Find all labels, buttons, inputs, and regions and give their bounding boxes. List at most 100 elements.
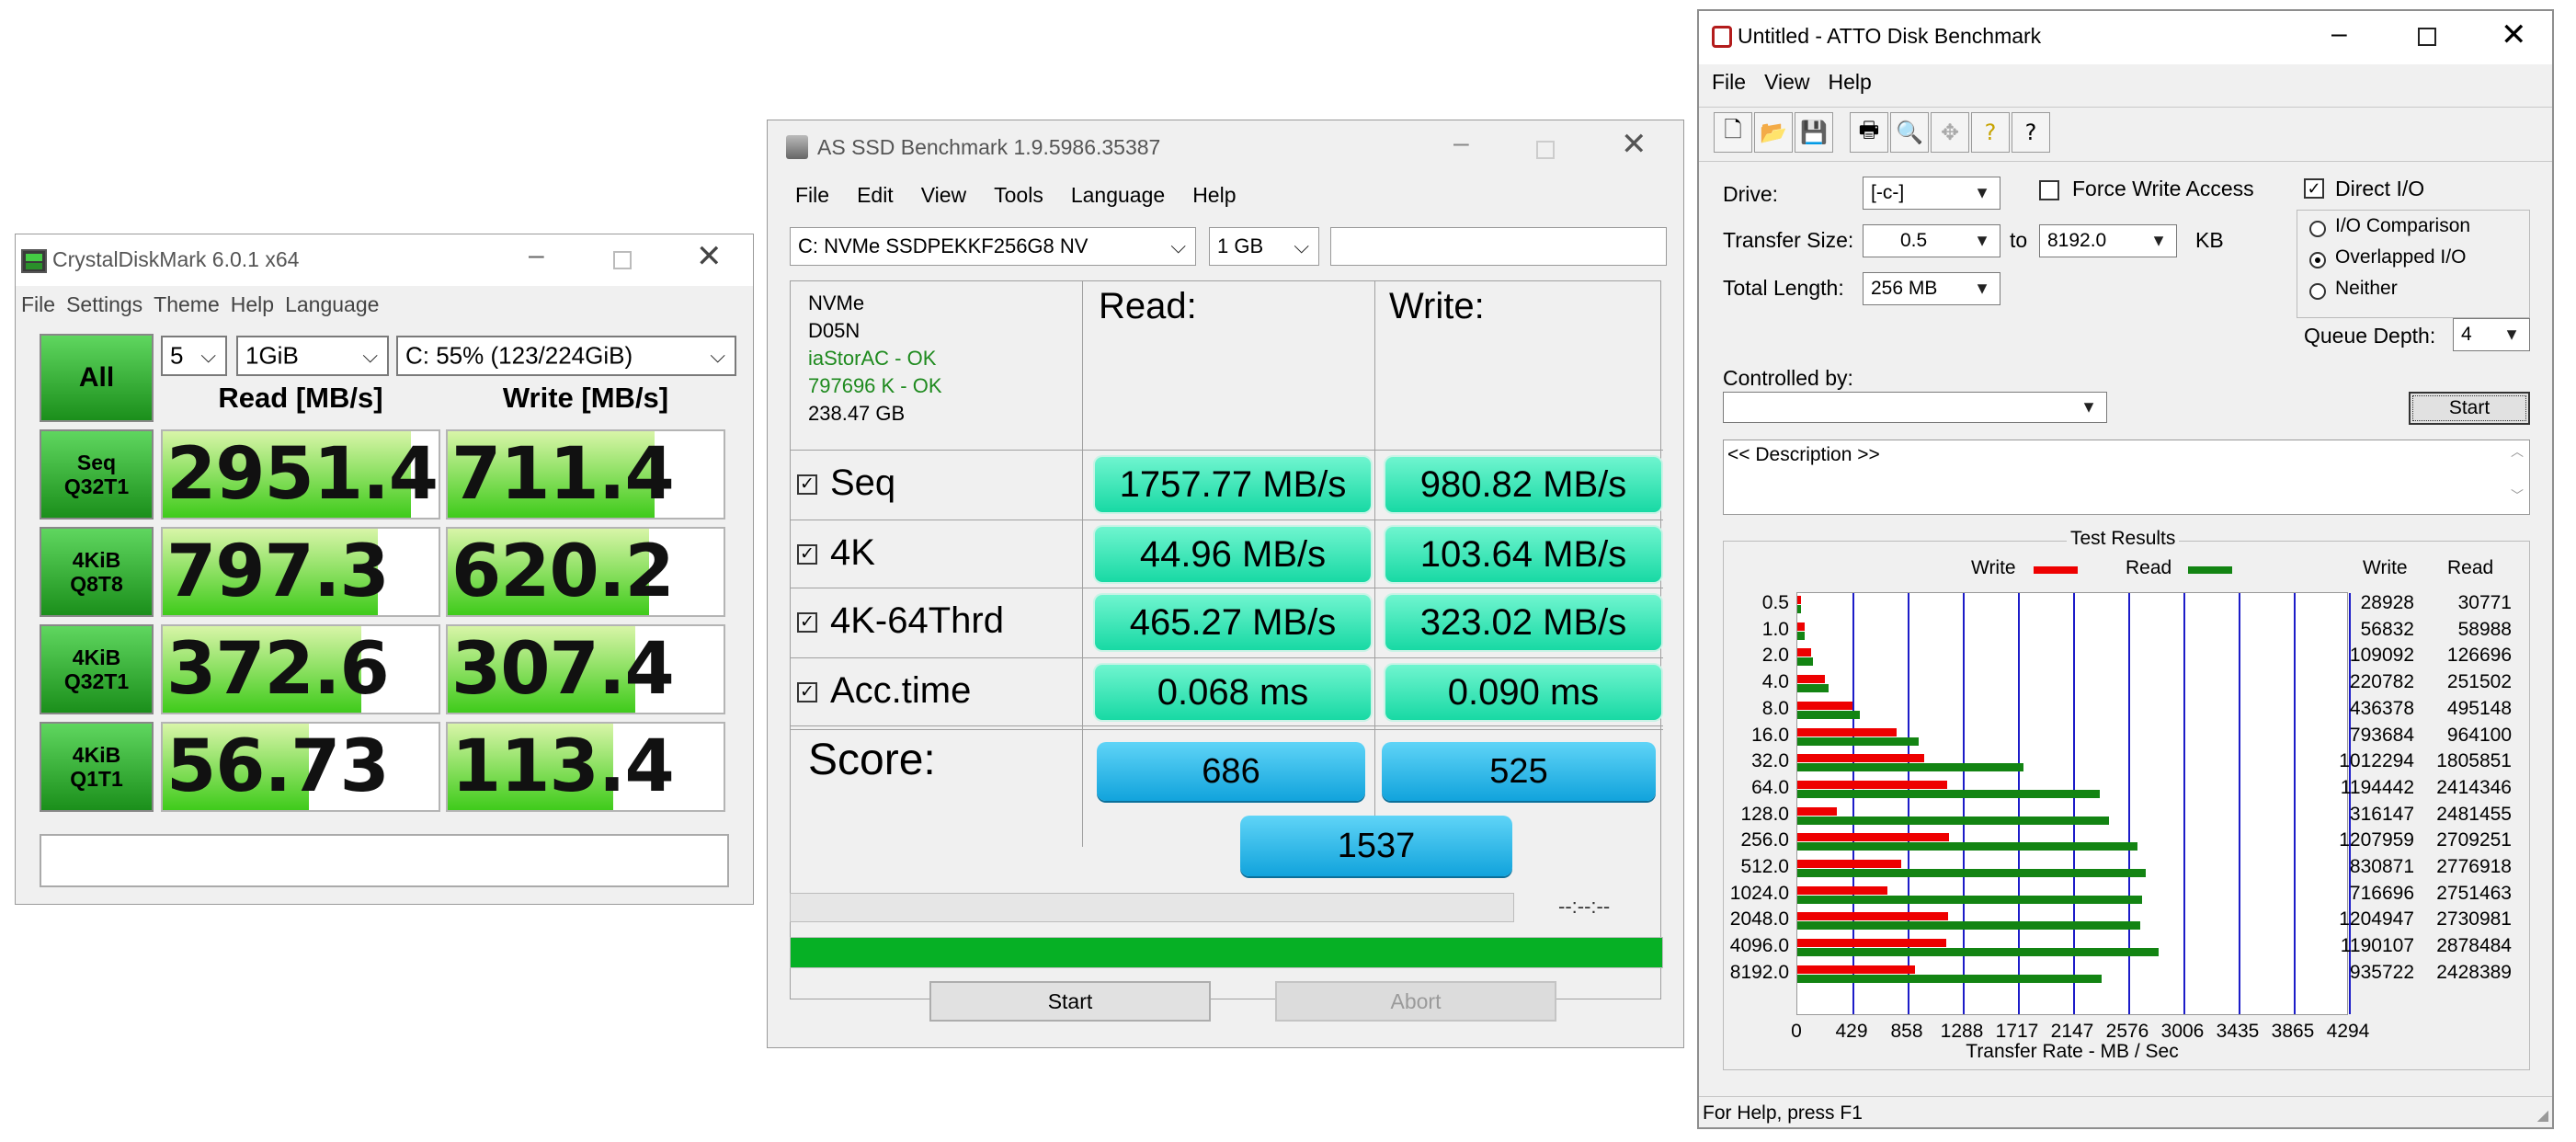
write-result-value: 793684 — [2349, 724, 2414, 746]
start-button[interactable]: Start — [929, 981, 1211, 1022]
transfer-size-label: 64.0 — [1751, 776, 1789, 798]
checkbox-icon[interactable]: ✓ — [797, 682, 817, 703]
menu-theme[interactable]: Theme — [154, 286, 220, 323]
transfer-size-label: 2.0 — [1761, 645, 1789, 667]
menu-edit[interactable]: Edit — [857, 183, 894, 208]
menu-file[interactable]: File — [21, 286, 55, 323]
maximize-icon[interactable] — [2418, 28, 2436, 46]
minimize-icon[interactable]: – — [2331, 18, 2347, 50]
menu-settings[interactable]: Settings — [66, 286, 142, 323]
minimize-icon[interactable]: – — [529, 240, 544, 271]
read-result-value: 372.6 — [166, 628, 390, 711]
scroll-up-icon[interactable]: ︿ — [2511, 442, 2524, 461]
menu-file[interactable]: File — [1712, 70, 1746, 95]
test-row-label[interactable]: ✓ 4K — [797, 532, 875, 574]
close-icon[interactable]: ✕ — [696, 238, 723, 275]
controlled-by-select[interactable]: ▼ — [1723, 392, 2107, 423]
scroll-down-icon[interactable]: ﹀ — [2511, 486, 2524, 505]
move-icon[interactable]: ✥ — [1931, 112, 1969, 153]
transfer-from-select[interactable]: 0.5 ▼ — [1863, 224, 2000, 257]
menu-help[interactable]: Help — [1192, 183, 1236, 208]
close-icon[interactable]: ✕ — [2501, 17, 2527, 53]
read-column-header: Read — [2447, 557, 2494, 578]
minimize-icon[interactable]: – — [1453, 128, 1469, 159]
menu-help[interactable]: Help — [1829, 70, 1872, 95]
as-ssd-window-title: AS SSD Benchmark 1.9.5986.35387 — [817, 135, 1161, 159]
io-option-radio[interactable] — [2309, 221, 2326, 237]
context-help-icon[interactable]: ? — [2012, 112, 2050, 153]
test-button-0[interactable]: Seq Q32T1 — [40, 429, 154, 520]
open-icon[interactable]: 📂 — [1754, 112, 1793, 153]
checkbox-icon[interactable]: ✓ — [797, 474, 817, 496]
transfer-to-select[interactable]: 8192.0 ▼ — [2039, 224, 2177, 257]
atto-start-button[interactable]: Start — [2409, 392, 2530, 425]
write-result-value: 830871 — [2349, 856, 2414, 877]
write-bar — [1797, 939, 1947, 948]
drive-select[interactable]: [-c-] ▼ — [1863, 177, 2000, 210]
transfer-size-label: 0.5 — [1761, 592, 1789, 613]
read-result: 1757.77 MB/s — [1095, 457, 1371, 512]
chevron-down-icon: ⌵ — [200, 344, 216, 367]
abort-button[interactable]: Abort — [1275, 981, 1556, 1022]
read-bar — [1797, 657, 1814, 667]
score-label: Score: — [808, 736, 936, 784]
description-box[interactable]: << Description >> ︿ ﹀ — [1723, 440, 2530, 515]
name-field[interactable] — [1330, 227, 1667, 266]
direct-io-label: Direct I/O — [2335, 177, 2425, 200]
test-button-3[interactable]: 4KiB Q1T1 — [40, 722, 154, 812]
print-icon[interactable]: 🖶 — [1850, 112, 1888, 153]
menu-language[interactable]: Language — [285, 286, 379, 323]
grid-divider — [1374, 280, 1375, 847]
maximize-icon[interactable] — [613, 251, 632, 269]
resize-grip-icon[interactable]: ◢ — [2537, 1106, 2548, 1125]
info-driver: iaStorAC - OK — [808, 347, 937, 370]
size-select[interactable]: 1 GB ⌵ — [1209, 227, 1319, 266]
overall-progress-bar — [790, 937, 1663, 968]
test-count-value: 5 — [170, 341, 184, 370]
checkbox-icon[interactable]: ✓ — [797, 612, 817, 634]
size-value: 1 GB — [1217, 234, 1264, 257]
force-write-checkbox[interactable] — [2039, 180, 2059, 200]
test-row-label[interactable]: ✓ Seq — [797, 463, 895, 504]
new-icon[interactable]: 🗋 — [1714, 112, 1752, 153]
write-result: 103.64 MB/s — [1385, 527, 1661, 582]
close-icon[interactable]: ✕ — [1621, 126, 1647, 163]
io-option-radio[interactable] — [2309, 252, 2326, 268]
test-button-2[interactable]: 4KiB Q32T1 — [40, 624, 154, 714]
drive-select[interactable]: C: 55% (123/224GiB) ⌵ — [396, 336, 736, 376]
read-header: Read [MB/s] — [218, 382, 383, 414]
read-bar — [1797, 684, 1829, 693]
menu-view[interactable]: View — [921, 183, 966, 208]
write-result-value: 620.2 — [451, 531, 675, 613]
drive-value: C: NVMe SSDPEKKF256G8 NV — [798, 234, 1089, 257]
direct-io-checkbox[interactable]: ✓ — [2304, 178, 2324, 199]
menu-view[interactable]: View — [1764, 70, 1809, 95]
menu-file[interactable]: File — [795, 183, 829, 208]
menu-language[interactable]: Language — [1071, 183, 1165, 208]
menu-tools[interactable]: Tools — [994, 183, 1043, 208]
test-row-label[interactable]: ✓ Acc.time — [797, 670, 971, 712]
drive-select[interactable]: C: NVMe SSDPEKKF256G8 NV ⌵ — [790, 227, 1196, 266]
comment-box[interactable] — [40, 834, 729, 887]
maximize-icon[interactable] — [1536, 141, 1555, 159]
test-name: 4K-64Thrd — [830, 600, 1004, 641]
help-icon[interactable]: ? — [1971, 112, 2010, 153]
test-row-label[interactable]: ✓ 4K-64Thrd — [797, 600, 1004, 642]
write-result-cell: 620.2 — [446, 527, 725, 617]
read-result-value: 495148 — [2446, 697, 2512, 719]
all-button[interactable]: All — [40, 334, 154, 422]
menu-help[interactable]: Help — [231, 286, 274, 323]
write-bar — [1797, 965, 1915, 974]
print-preview-icon[interactable]: 🔍 — [1890, 112, 1929, 153]
test-count-select[interactable]: 5 ⌵ — [161, 336, 227, 376]
chevron-down-icon: ⌵ — [1170, 234, 1186, 257]
checkbox-icon[interactable]: ✓ — [797, 544, 817, 565]
io-option-radio[interactable] — [2309, 283, 2326, 300]
test-size-select[interactable]: 1GiB ⌵ — [236, 336, 389, 376]
test-button-1[interactable]: 4KiB Q8T8 — [40, 527, 154, 617]
queue-depth-select[interactable]: 4 ▼ — [2453, 318, 2530, 351]
total-length-select[interactable]: 256 MB ▼ — [1863, 272, 2000, 305]
write-result: 980.82 MB/s — [1385, 457, 1661, 512]
save-icon[interactable]: 💾 — [1795, 112, 1833, 153]
read-result-value: 2878484 — [2436, 935, 2512, 957]
